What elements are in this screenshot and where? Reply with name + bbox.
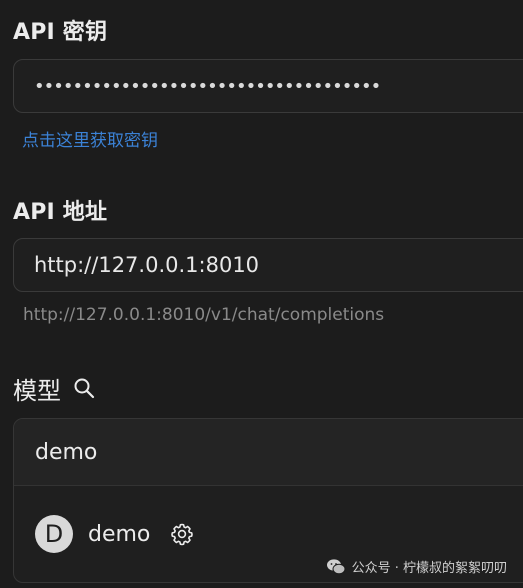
model-group-name: demo xyxy=(35,439,98,465)
get-api-key-link[interactable]: 点击这里获取密钥 xyxy=(22,126,158,151)
model-group-header[interactable]: demo xyxy=(14,419,523,486)
models-label: 模型 xyxy=(13,376,61,405)
model-avatar: D xyxy=(35,515,73,553)
api-address-value: http://127.0.0.1:8010 xyxy=(34,253,260,277)
models-header: 模型 xyxy=(13,372,95,405)
api-key-label: API 密钥 xyxy=(13,20,108,45)
api-endpoint-preview: http://127.0.0.1:8010/v1/chat/completion… xyxy=(23,305,385,325)
watermark: 公众号 · 柠檬叔的絮絮叨叨 xyxy=(326,557,507,576)
api-key-masked-value: •••••••••••••••••••••••••••••••••••• xyxy=(34,75,381,97)
model-avatar-letter: D xyxy=(44,520,64,548)
wechat-icon xyxy=(326,558,346,576)
api-key-input[interactable]: •••••••••••••••••••••••••••••••••••• xyxy=(13,59,523,113)
api-address-input[interactable]: http://127.0.0.1:8010 xyxy=(13,238,523,292)
search-icon[interactable] xyxy=(73,377,95,399)
api-address-label: API 地址 xyxy=(13,200,108,225)
watermark-text: 公众号 · 柠檬叔的絮絮叨叨 xyxy=(351,561,507,576)
model-name: demo xyxy=(88,521,151,547)
gear-icon[interactable] xyxy=(170,522,194,546)
api-settings-panel: API 密钥 •••••••••••••••••••••••••••••••••… xyxy=(0,0,523,588)
